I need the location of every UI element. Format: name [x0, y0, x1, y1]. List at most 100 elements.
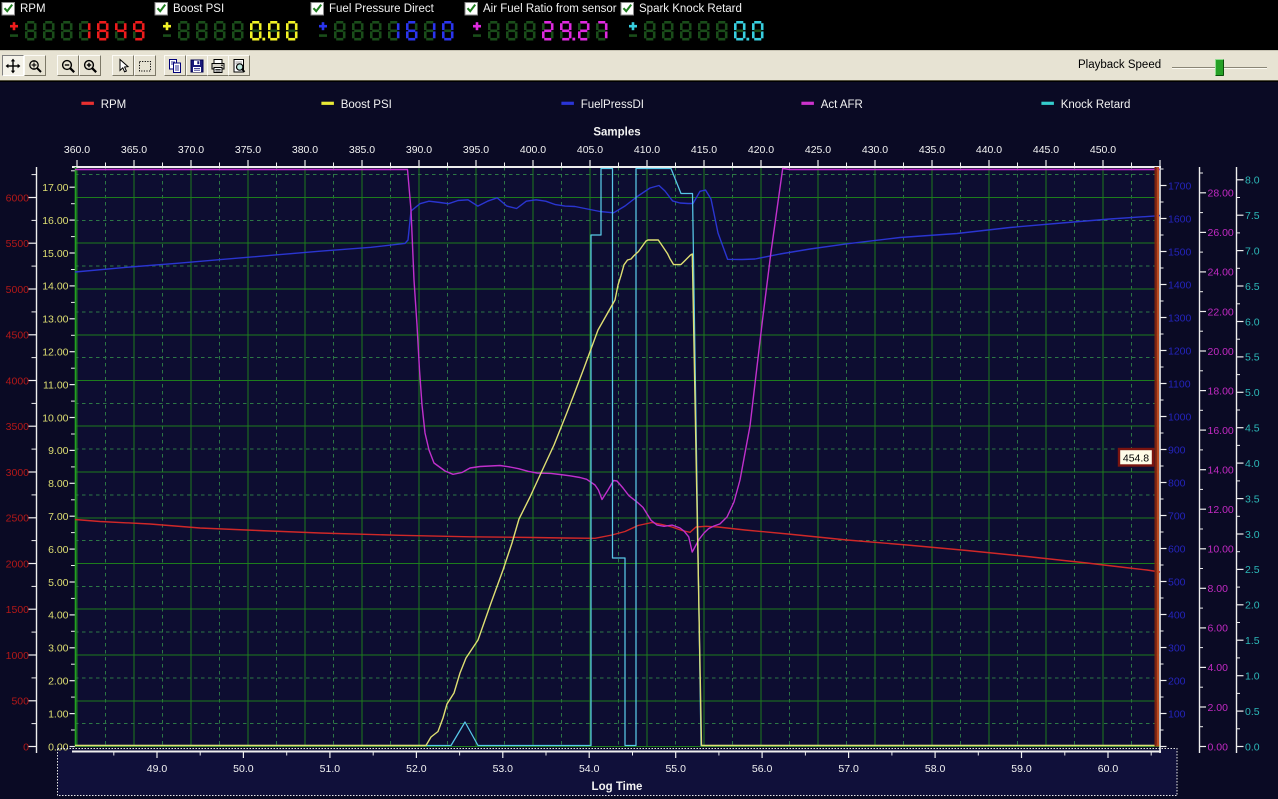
- svg-text:Log Time: Log Time: [592, 781, 643, 793]
- svg-text:28.00: 28.00: [1208, 188, 1234, 200]
- svg-text:3.00: 3.00: [48, 643, 69, 655]
- svg-text:24.00: 24.00: [1208, 267, 1234, 279]
- svg-text:1500: 1500: [1168, 246, 1192, 258]
- svg-text:Boost PSI: Boost PSI: [341, 99, 392, 111]
- svg-text:415.0: 415.0: [691, 144, 717, 156]
- svg-text:6.00: 6.00: [1208, 623, 1229, 635]
- svg-text:7.5: 7.5: [1245, 210, 1260, 222]
- svg-text:1.5: 1.5: [1245, 635, 1260, 647]
- svg-text:405.0: 405.0: [577, 144, 603, 156]
- svg-text:56.0: 56.0: [752, 763, 773, 775]
- svg-text:6000: 6000: [6, 192, 30, 204]
- svg-text:FuelPressDI: FuelPressDI: [581, 99, 644, 111]
- svg-text:0.00: 0.00: [48, 741, 69, 753]
- svg-text:1.0: 1.0: [1245, 671, 1260, 683]
- svg-text:Knock Retard: Knock Retard: [1061, 99, 1131, 111]
- svg-text:100: 100: [1168, 708, 1186, 720]
- svg-text:22.00: 22.00: [1208, 306, 1234, 318]
- svg-text:16.00: 16.00: [1208, 425, 1234, 437]
- svg-text:55.0: 55.0: [665, 763, 686, 775]
- svg-text:2.5: 2.5: [1245, 564, 1260, 576]
- svg-text:13.00: 13.00: [42, 314, 68, 326]
- svg-text:600: 600: [1168, 543, 1186, 555]
- svg-text:9.00: 9.00: [48, 445, 69, 457]
- svg-text:18.00: 18.00: [1208, 385, 1234, 397]
- svg-text:3.5: 3.5: [1245, 493, 1260, 505]
- svg-text:0.0: 0.0: [1245, 741, 1260, 753]
- svg-text:51.0: 51.0: [320, 763, 341, 775]
- svg-text:7.0: 7.0: [1245, 245, 1260, 257]
- svg-text:1500: 1500: [6, 604, 30, 616]
- svg-text:5.00: 5.00: [48, 577, 69, 589]
- svg-text:1.00: 1.00: [48, 708, 69, 720]
- svg-text:54.0: 54.0: [579, 763, 600, 775]
- svg-text:10.00: 10.00: [42, 412, 68, 424]
- svg-text:26.00: 26.00: [1208, 227, 1234, 239]
- svg-text:435.0: 435.0: [919, 144, 945, 156]
- svg-text:17.00: 17.00: [42, 182, 68, 194]
- svg-text:1000: 1000: [1168, 411, 1192, 423]
- svg-text:4.5: 4.5: [1245, 423, 1260, 435]
- svg-text:2.00: 2.00: [48, 676, 69, 688]
- svg-text:4.00: 4.00: [1208, 662, 1229, 674]
- svg-text:11.00: 11.00: [43, 379, 69, 391]
- svg-text:10.00: 10.00: [1208, 544, 1234, 556]
- svg-text:1600: 1600: [1168, 213, 1192, 225]
- svg-text:370.0: 370.0: [178, 144, 204, 156]
- svg-text:5.0: 5.0: [1245, 387, 1260, 399]
- svg-text:2.00: 2.00: [1208, 702, 1229, 714]
- svg-text:5500: 5500: [6, 238, 30, 250]
- svg-text:14.00: 14.00: [42, 281, 68, 293]
- svg-text:Samples: Samples: [593, 127, 640, 139]
- svg-text:4.00: 4.00: [48, 610, 69, 622]
- svg-text:20.00: 20.00: [1208, 346, 1234, 358]
- svg-text:1400: 1400: [1168, 279, 1192, 291]
- svg-text:4500: 4500: [6, 330, 30, 342]
- svg-text:7.00: 7.00: [48, 511, 69, 523]
- svg-text:300: 300: [1168, 642, 1186, 654]
- svg-text:15.00: 15.00: [42, 248, 68, 260]
- svg-text:440.0: 440.0: [976, 144, 1002, 156]
- svg-text:12.00: 12.00: [1208, 504, 1234, 516]
- svg-text:60.0: 60.0: [1098, 763, 1119, 775]
- svg-text:3500: 3500: [6, 421, 30, 433]
- svg-text:16.00: 16.00: [42, 215, 68, 227]
- svg-text:454.8: 454.8: [1123, 453, 1149, 465]
- svg-text:420.0: 420.0: [748, 144, 774, 156]
- svg-text:400.0: 400.0: [520, 144, 546, 156]
- svg-text:8.00: 8.00: [48, 478, 69, 490]
- svg-text:6.00: 6.00: [48, 544, 69, 556]
- svg-text:58.0: 58.0: [925, 763, 946, 775]
- svg-text:12.00: 12.00: [42, 347, 68, 359]
- svg-text:0.00: 0.00: [1208, 741, 1229, 753]
- svg-text:1300: 1300: [1168, 312, 1192, 324]
- svg-text:0.5: 0.5: [1245, 706, 1260, 718]
- svg-text:0: 0: [23, 741, 29, 753]
- svg-text:59.0: 59.0: [1011, 763, 1032, 775]
- svg-text:700: 700: [1168, 510, 1186, 522]
- svg-text:200: 200: [1168, 675, 1186, 687]
- svg-text:1200: 1200: [1168, 345, 1192, 357]
- svg-text:2000: 2000: [6, 558, 30, 570]
- svg-text:2.0: 2.0: [1245, 600, 1260, 612]
- svg-text:500: 500: [11, 696, 29, 708]
- svg-text:800: 800: [1168, 477, 1186, 489]
- svg-text:5000: 5000: [6, 284, 30, 296]
- svg-text:430.0: 430.0: [862, 144, 888, 156]
- svg-text:450.0: 450.0: [1090, 144, 1116, 156]
- svg-text:6.5: 6.5: [1245, 281, 1260, 293]
- svg-text:5.5: 5.5: [1245, 352, 1260, 364]
- svg-text:395.0: 395.0: [463, 144, 489, 156]
- svg-text:410.0: 410.0: [634, 144, 660, 156]
- svg-text:8.0: 8.0: [1245, 175, 1260, 187]
- svg-text:425.0: 425.0: [805, 144, 831, 156]
- svg-text:RPM: RPM: [101, 99, 127, 111]
- svg-text:6.0: 6.0: [1245, 316, 1260, 328]
- svg-text:445.0: 445.0: [1033, 144, 1059, 156]
- svg-text:14.00: 14.00: [1208, 465, 1234, 477]
- svg-text:1100: 1100: [1168, 378, 1191, 390]
- svg-text:400: 400: [1168, 609, 1186, 621]
- svg-text:4.0: 4.0: [1245, 458, 1260, 470]
- svg-text:365.0: 365.0: [121, 144, 147, 156]
- svg-text:500: 500: [1168, 576, 1186, 588]
